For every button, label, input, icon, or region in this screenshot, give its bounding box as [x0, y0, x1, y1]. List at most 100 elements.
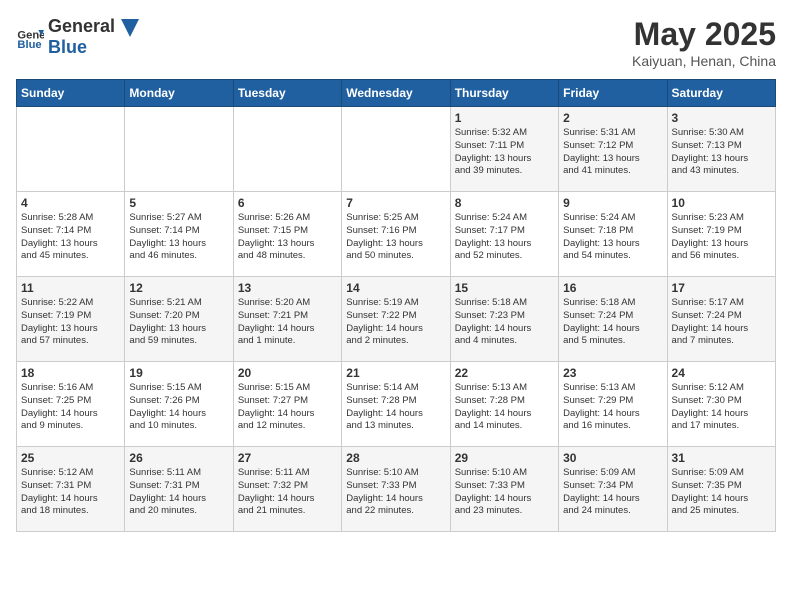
cell-1-5: 9 Sunrise: 5:24 AM Sunset: 7:18 PM Daylig… [559, 192, 667, 277]
cell-3-3: 21 Sunrise: 5:14 AM Sunset: 7:28 PM Dayli… [342, 362, 450, 447]
day-number: 17 [672, 281, 771, 295]
cell-info: Sunrise: 5:12 AM Sunset: 7:31 PM Dayligh… [21, 467, 120, 518]
cell-info: Sunrise: 5:11 AM Sunset: 7:32 PM Dayligh… [238, 467, 337, 518]
header-friday: Friday [559, 80, 667, 107]
day-number: 7 [346, 196, 445, 210]
day-number: 26 [129, 451, 228, 465]
cell-info: Sunrise: 5:24 AM Sunset: 7:18 PM Dayligh… [563, 212, 662, 263]
cell-4-5: 30Sunrise: 5:09 AM Sunset: 7:34 PM Dayli… [559, 447, 667, 532]
cell-info: Sunrise: 5:20 AM Sunset: 7:21 PM Dayligh… [238, 297, 337, 348]
logo-triangle-icon [121, 19, 139, 37]
cell-4-6: 31 Sunrise: 5:09 AM Sunset: 7:35 PM Dayli… [667, 447, 775, 532]
cell-info: Sunrise: 5:18 AM Sunset: 7:23 PM Dayligh… [455, 297, 554, 348]
cell-info: Sunrise: 5:10 AM Sunset: 7:33 PM Dayligh… [346, 467, 445, 518]
cell-info: Sunrise: 5:23 AM Sunset: 7:19 PM Dayligh… [672, 212, 771, 263]
day-number: 9 [563, 196, 662, 210]
cell-0-2 [233, 107, 341, 192]
cell-info: Sunrise: 5:15 AM Sunset: 7:27 PM Dayligh… [238, 382, 337, 433]
cell-2-5: 16 Sunrise: 5:18 AM Sunset: 7:24 PM Dayli… [559, 277, 667, 362]
cell-3-5: 23 Sunrise: 5:13 AM Sunset: 7:29 PM Dayli… [559, 362, 667, 447]
day-number: 27 [238, 451, 337, 465]
logo-text-ral: ral [93, 16, 115, 36]
day-number: 15 [455, 281, 554, 295]
day-number: 21 [346, 366, 445, 380]
week-row-2: 4Sunrise: 5:28 AM Sunset: 7:14 PM Daylig… [17, 192, 776, 277]
page-header: Gene Blue General Blue May 2025 Kaiyuan,… [16, 16, 776, 69]
cell-1-3: 7 Sunrise: 5:25 AM Sunset: 7:16 PM Daylig… [342, 192, 450, 277]
cell-info: Sunrise: 5:11 AM Sunset: 7:31 PM Dayligh… [129, 467, 228, 518]
logo-blue-text: Blue [48, 37, 87, 57]
cell-2-6: 17 Sunrise: 5:17 AM Sunset: 7:24 PM Dayli… [667, 277, 775, 362]
day-number: 20 [238, 366, 337, 380]
cell-3-2: 20 Sunrise: 5:15 AM Sunset: 7:27 PM Dayli… [233, 362, 341, 447]
cell-info: Sunrise: 5:09 AM Sunset: 7:35 PM Dayligh… [672, 467, 771, 518]
cell-info: Sunrise: 5:25 AM Sunset: 7:16 PM Dayligh… [346, 212, 445, 263]
header-thursday: Thursday [450, 80, 558, 107]
logo-icon: Gene Blue [16, 23, 44, 51]
logo-text-general: Gene [48, 16, 93, 36]
cell-1-4: 8Sunrise: 5:24 AM Sunset: 7:17 PM Daylig… [450, 192, 558, 277]
cell-info: Sunrise: 5:13 AM Sunset: 7:28 PM Dayligh… [455, 382, 554, 433]
day-number: 14 [346, 281, 445, 295]
header-tuesday: Tuesday [233, 80, 341, 107]
cell-info: Sunrise: 5:27 AM Sunset: 7:14 PM Dayligh… [129, 212, 228, 263]
cell-4-1: 26 Sunrise: 5:11 AM Sunset: 7:31 PM Dayli… [125, 447, 233, 532]
cell-info: Sunrise: 5:14 AM Sunset: 7:28 PM Dayligh… [346, 382, 445, 433]
title-block: May 2025 Kaiyuan, Henan, China [632, 16, 776, 69]
cell-4-0: 25 Sunrise: 5:12 AM Sunset: 7:31 PM Dayli… [17, 447, 125, 532]
cell-info: Sunrise: 5:17 AM Sunset: 7:24 PM Dayligh… [672, 297, 771, 348]
cell-info: Sunrise: 5:30 AM Sunset: 7:13 PM Dayligh… [672, 127, 771, 178]
day-number: 12 [129, 281, 228, 295]
cell-4-2: 27 Sunrise: 5:11 AM Sunset: 7:32 PM Dayli… [233, 447, 341, 532]
day-number: 28 [346, 451, 445, 465]
cell-2-0: 11Sunrise: 5:22 AM Sunset: 7:19 PM Dayli… [17, 277, 125, 362]
svg-text:Blue: Blue [17, 39, 41, 51]
cell-info: Sunrise: 5:24 AM Sunset: 7:17 PM Dayligh… [455, 212, 554, 263]
week-row-3: 11Sunrise: 5:22 AM Sunset: 7:19 PM Dayli… [17, 277, 776, 362]
day-number: 25 [21, 451, 120, 465]
day-number: 5 [129, 196, 228, 210]
cell-info: Sunrise: 5:10 AM Sunset: 7:33 PM Dayligh… [455, 467, 554, 518]
cell-3-1: 19Sunrise: 5:15 AM Sunset: 7:26 PM Dayli… [125, 362, 233, 447]
cell-0-4: 1 Sunrise: 5:32 AM Sunset: 7:11 PM Daylig… [450, 107, 558, 192]
header-sunday: Sunday [17, 80, 125, 107]
cell-0-5: 2Sunrise: 5:31 AM Sunset: 7:12 PM Daylig… [559, 107, 667, 192]
cell-info: Sunrise: 5:12 AM Sunset: 7:30 PM Dayligh… [672, 382, 771, 433]
day-number: 13 [238, 281, 337, 295]
cell-2-4: 15 Sunrise: 5:18 AM Sunset: 7:23 PM Dayli… [450, 277, 558, 362]
day-number: 31 [672, 451, 771, 465]
header-wednesday: Wednesday [342, 80, 450, 107]
cell-1-1: 5 Sunrise: 5:27 AM Sunset: 7:14 PM Daylig… [125, 192, 233, 277]
location-subtitle: Kaiyuan, Henan, China [632, 53, 776, 69]
cell-0-3 [342, 107, 450, 192]
cell-3-4: 22Sunrise: 5:13 AM Sunset: 7:28 PM Dayli… [450, 362, 558, 447]
cell-1-0: 4Sunrise: 5:28 AM Sunset: 7:14 PM Daylig… [17, 192, 125, 277]
cell-4-4: 29Sunrise: 5:10 AM Sunset: 7:33 PM Dayli… [450, 447, 558, 532]
day-number: 4 [21, 196, 120, 210]
day-number: 30 [563, 451, 662, 465]
day-number: 2 [563, 111, 662, 125]
logo: Gene Blue General Blue [16, 16, 139, 58]
cell-3-6: 24Sunrise: 5:12 AM Sunset: 7:30 PM Dayli… [667, 362, 775, 447]
cell-2-3: 14Sunrise: 5:19 AM Sunset: 7:22 PM Dayli… [342, 277, 450, 362]
day-number: 3 [672, 111, 771, 125]
cell-4-3: 28 Sunrise: 5:10 AM Sunset: 7:33 PM Dayli… [342, 447, 450, 532]
day-number: 23 [563, 366, 662, 380]
cell-info: Sunrise: 5:18 AM Sunset: 7:24 PM Dayligh… [563, 297, 662, 348]
cell-info: Sunrise: 5:13 AM Sunset: 7:29 PM Dayligh… [563, 382, 662, 433]
week-row-5: 25 Sunrise: 5:12 AM Sunset: 7:31 PM Dayli… [17, 447, 776, 532]
cell-0-1 [125, 107, 233, 192]
cell-3-0: 18Sunrise: 5:16 AM Sunset: 7:25 PM Dayli… [17, 362, 125, 447]
cell-info: Sunrise: 5:16 AM Sunset: 7:25 PM Dayligh… [21, 382, 120, 433]
day-number: 1 [455, 111, 554, 125]
cell-info: Sunrise: 5:21 AM Sunset: 7:20 PM Dayligh… [129, 297, 228, 348]
cell-1-2: 6Sunrise: 5:26 AM Sunset: 7:15 PM Daylig… [233, 192, 341, 277]
day-number: 19 [129, 366, 228, 380]
cell-2-1: 12 Sunrise: 5:21 AM Sunset: 7:20 PM Dayli… [125, 277, 233, 362]
cell-0-6: 3 Sunrise: 5:30 AM Sunset: 7:13 PM Daylig… [667, 107, 775, 192]
cell-info: Sunrise: 5:32 AM Sunset: 7:11 PM Dayligh… [455, 127, 554, 178]
day-number: 10 [672, 196, 771, 210]
week-row-1: 1 Sunrise: 5:32 AM Sunset: 7:11 PM Daylig… [17, 107, 776, 192]
day-number: 16 [563, 281, 662, 295]
day-number: 11 [21, 281, 120, 295]
